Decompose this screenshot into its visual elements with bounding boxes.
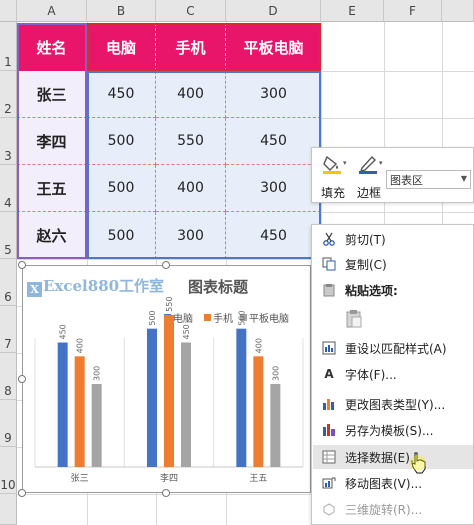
bar-1-1[interactable] <box>164 314 174 467</box>
menu-paste-options-header: 粘贴选项: <box>313 278 473 302</box>
menu-item-move-chart[interactable]: 移动图表(V)... <box>313 471 473 495</box>
pen-border-icon <box>359 155 377 174</box>
paste-icon <box>345 309 363 329</box>
copy-icon <box>322 257 336 271</box>
border-label: 边框 <box>357 186 382 200</box>
category-range-highlight <box>87 23 321 71</box>
mouse-cursor-icon <box>410 452 426 474</box>
bar-0-2[interactable] <box>236 328 247 467</box>
resize-handle[interactable] <box>162 261 170 269</box>
row-header-10[interactable]: 10 <box>0 447 17 494</box>
chart-element-select[interactable]: 图表区 ▼ <box>386 170 471 189</box>
data-label: 450 <box>59 324 68 339</box>
format-mini-toolbar: ▾ 填充 ▾ 边框 图表区 ▼ <box>311 147 474 203</box>
clipboard-icon <box>322 283 336 297</box>
chart-area[interactable]: X Excel880工作室 图表标题 电脑 手机 平板电脑 450 400 300 张三… <box>22 265 311 493</box>
corner-header[interactable] <box>0 0 17 22</box>
resize-handle[interactable] <box>18 375 26 383</box>
scissors-icon <box>322 232 336 246</box>
data-label: 300 <box>93 366 102 381</box>
row-header-6[interactable]: 6 <box>0 259 17 306</box>
paint-bucket-icon <box>323 155 341 174</box>
category-label: 张三 <box>71 473 89 484</box>
bar-2-1[interactable] <box>181 342 191 468</box>
move-chart-icon <box>322 476 336 490</box>
data-label: 500 <box>237 310 246 325</box>
resize-handle[interactable] <box>18 261 26 269</box>
column-header-g[interactable] <box>442 0 474 22</box>
values-range-highlight <box>87 71 321 259</box>
data-label: 300 <box>271 366 280 381</box>
row-header-4[interactable]: 4 <box>0 165 17 212</box>
save-template-icon <box>322 423 336 437</box>
row-header-2[interactable]: 2 <box>0 71 17 118</box>
bar-2-2[interactable] <box>270 384 281 467</box>
column-header-b[interactable]: B <box>87 0 156 22</box>
reset-style-icon <box>322 341 336 355</box>
category-label: 王五 <box>249 473 267 484</box>
data-label: 500 <box>148 310 157 325</box>
resize-handle[interactable] <box>18 489 26 497</box>
data-label: 450 <box>182 324 191 339</box>
data-label: 550 <box>165 297 174 312</box>
row-header-8[interactable]: 8 <box>0 353 17 400</box>
fill-button[interactable]: ▾ 填充 <box>318 151 348 201</box>
plot-area[interactable]: 450 400 300 张三 500 550 450 李四 500 400 300 王五 <box>23 266 310 492</box>
row-header-9[interactable]: 9 <box>0 400 17 447</box>
menu-item-save-as-template[interactable]: 另存为模板(S)... <box>313 418 473 442</box>
chart-type-icon <box>322 397 336 411</box>
row-header-1[interactable]: 1 <box>0 22 17 71</box>
row-header-5[interactable]: 5 <box>0 212 17 259</box>
context-menu: 剪切(T) 复制(C) 粘贴选项: 重设以匹配样式(A) A 字体(F)... … <box>311 224 474 525</box>
menu-item-3d-rotation: 三维旋转(R)... <box>313 497 473 521</box>
column-header-a[interactable]: A <box>17 0 87 22</box>
fill-dropdown-arrow[interactable]: ▾ <box>343 159 347 167</box>
font-icon: A <box>324 367 334 381</box>
menu-item-copy[interactable]: 复制(C) <box>313 252 473 276</box>
chevron-down-icon: ▼ <box>460 174 467 183</box>
column-header-e[interactable]: E <box>321 0 384 22</box>
menu-item-reset-style[interactable]: 重设以匹配样式(A) <box>313 336 473 360</box>
series-range-highlight <box>17 23 87 259</box>
column-header-f[interactable]: F <box>384 0 442 22</box>
menu-paste-option-button[interactable] <box>313 304 473 334</box>
column-header-d[interactable]: D <box>226 0 321 22</box>
row-header-7[interactable]: 7 <box>0 306 17 353</box>
data-label: 400 <box>254 338 263 353</box>
bar-0-0[interactable] <box>57 342 68 468</box>
bar-1-2[interactable] <box>253 356 264 467</box>
menu-item-font[interactable]: A 字体(F)... <box>313 362 473 386</box>
select-data-icon <box>322 450 336 464</box>
menu-item-cut[interactable]: 剪切(T) <box>313 227 473 251</box>
rotate-3d-icon <box>322 502 336 516</box>
bar-2-0[interactable] <box>91 384 102 467</box>
border-dropdown-arrow[interactable]: ▾ <box>379 159 383 167</box>
row-header-11[interactable] <box>0 494 17 525</box>
bar-1-0[interactable] <box>74 356 85 467</box>
menu-item-change-chart-type[interactable]: 更改图表类型(Y)... <box>313 392 473 416</box>
fill-label: 填充 <box>321 186 346 200</box>
column-header-c[interactable]: C <box>156 0 226 22</box>
row-header-3[interactable]: 3 <box>0 118 17 165</box>
data-label: 400 <box>76 338 85 353</box>
menu-item-select-data[interactable]: 选择数据(E)... <box>313 445 473 469</box>
resize-handle[interactable] <box>162 489 170 497</box>
bar-0-1[interactable] <box>147 328 157 467</box>
category-label: 李四 <box>160 472 178 484</box>
border-button[interactable]: ▾ 边框 <box>354 151 384 201</box>
